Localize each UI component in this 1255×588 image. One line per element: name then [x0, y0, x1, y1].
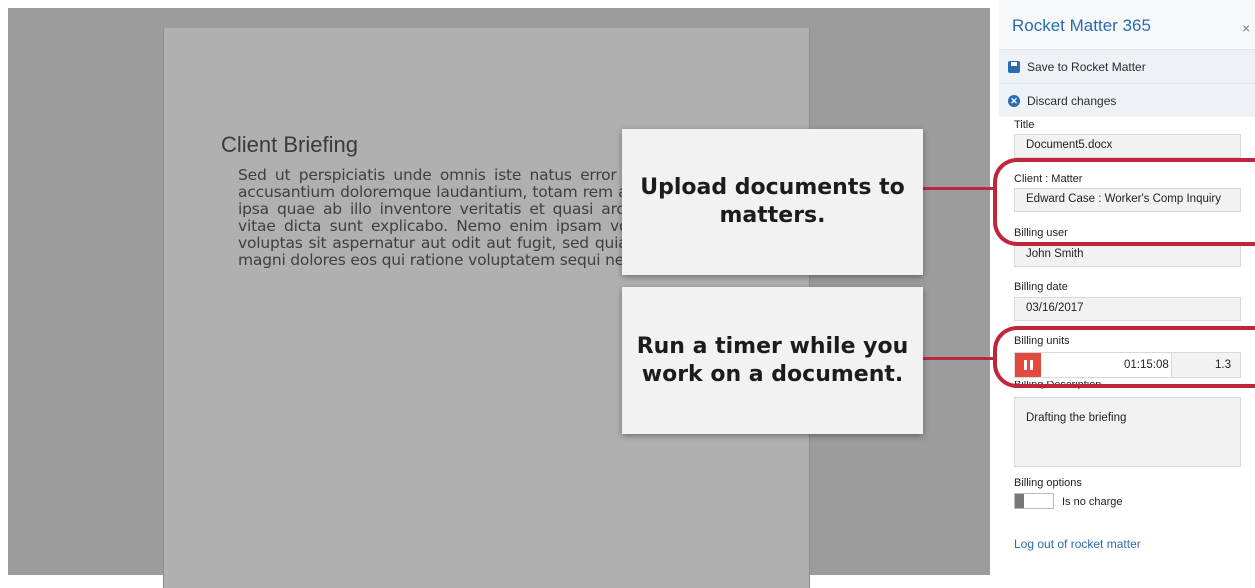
no-charge-toggle[interactable] — [1014, 493, 1054, 509]
no-charge-label: Is no charge — [1062, 496, 1123, 508]
title-label: Title — [1014, 119, 1035, 131]
client-matter-field[interactable]: Edward Case : Worker's Comp Inquiry — [1014, 188, 1241, 212]
billing-user-label: Billing user — [1014, 227, 1068, 239]
save-button-label: Save to Rocket Matter — [1027, 59, 1146, 74]
timer-value: 01:15:08 — [1124, 359, 1169, 371]
discard-changes-button[interactable]: ✕ Discard changes — [999, 83, 1255, 117]
callout-run-timer: Run a timer while you work on a document… — [622, 287, 923, 434]
pause-icon[interactable] — [1015, 353, 1041, 377]
save-icon — [1008, 60, 1020, 73]
logout-link[interactable]: Log out of rocket matter — [1014, 537, 1141, 551]
close-icon[interactable]: × — [1242, 20, 1250, 36]
billing-units-timer: 01:15:08 1.3 — [1014, 352, 1241, 378]
toggle-knob — [1015, 494, 1024, 508]
discard-icon: ✕ — [1008, 94, 1020, 107]
callout-connector-upload — [923, 187, 993, 190]
panel-title: Rocket Matter 365 — [1012, 16, 1151, 35]
rocket-matter-panel: Rocket Matter 365 × Save to Rocket Matte… — [999, 0, 1255, 575]
callout-connector-timer — [923, 357, 993, 360]
billing-date-field[interactable]: 03/16/2017 — [1014, 297, 1241, 321]
client-matter-label: Client : Matter — [1014, 173, 1083, 185]
callout-upload-documents: Upload documents to matters. — [622, 129, 923, 275]
billing-user-field[interactable]: John Smith — [1014, 243, 1241, 267]
billing-units-field[interactable]: 1.3 — [1171, 353, 1240, 377]
discard-button-label: Discard changes — [1027, 93, 1117, 108]
billing-options-label: Billing options — [1014, 477, 1082, 489]
document-heading: Client Briefing — [221, 132, 358, 157]
billing-description-field[interactable]: Drafting the briefing — [1014, 397, 1241, 467]
title-field[interactable]: Document5.docx — [1014, 134, 1241, 158]
panel-header: Rocket Matter 365 × — [999, 0, 1255, 48]
billing-units-label: Billing units — [1014, 335, 1070, 347]
save-to-rocket-matter-button[interactable]: Save to Rocket Matter — [999, 49, 1255, 83]
billing-date-label: Billing date — [1014, 281, 1068, 293]
billing-description-label: Billing Description — [1014, 381, 1102, 389]
